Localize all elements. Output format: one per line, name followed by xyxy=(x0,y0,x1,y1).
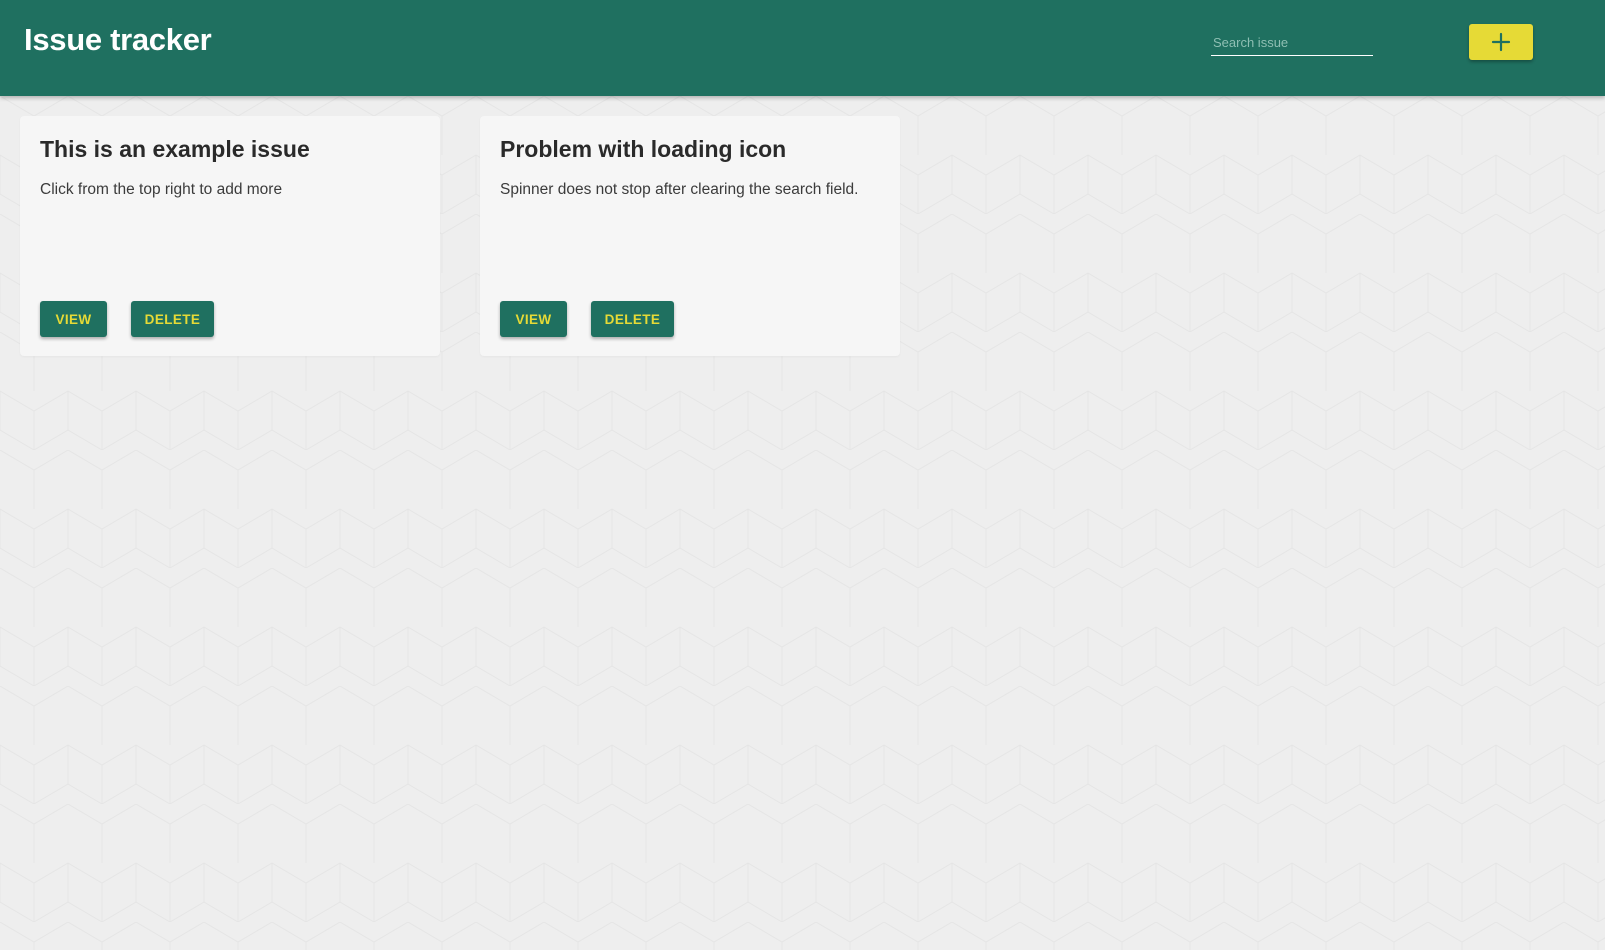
issue-description: Spinner does not stop after clearing the… xyxy=(500,181,859,198)
plus-icon xyxy=(1491,32,1511,52)
delete-button[interactable]: DELETE xyxy=(131,301,214,337)
app-title: Issue tracker xyxy=(24,22,212,57)
view-button[interactable]: VIEW xyxy=(40,301,107,337)
delete-button[interactable]: DELETE xyxy=(591,301,674,337)
issue-card: This is an example issue Click from the … xyxy=(20,116,440,356)
view-button[interactable]: VIEW xyxy=(500,301,567,337)
issue-title: This is an example issue xyxy=(40,136,310,162)
add-issue-button[interactable] xyxy=(1469,24,1533,60)
search-input[interactable] xyxy=(1211,30,1373,56)
issue-description: Click from the top right to add more xyxy=(40,181,283,198)
issue-title: Problem with loading icon xyxy=(500,136,787,162)
app-header: Issue tracker xyxy=(0,0,1605,96)
issue-card: Problem with loading icon Spinner does n… xyxy=(480,116,900,356)
